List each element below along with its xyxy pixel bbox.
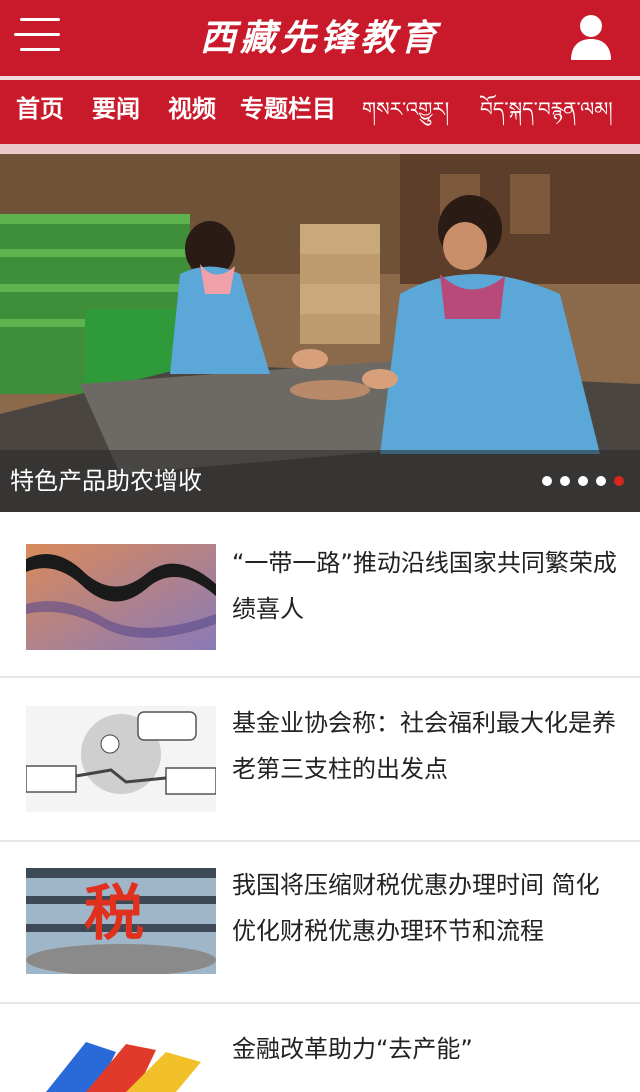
news-item[interactable]: 金融改革助力“去产能”	[0, 1004, 640, 1092]
news-thumbnail: 税	[26, 868, 216, 974]
news-title: 基金业协会称：社会福利最大化是养老第三支柱的出发点	[232, 709, 616, 783]
carousel-dot[interactable]	[596, 476, 606, 486]
nav-item-tibetan-news[interactable]: གསར་འགྱུར།	[362, 80, 449, 144]
news-thumbnail	[26, 706, 216, 812]
news-item[interactable]: 税 我国将压缩财税优惠办理时间 简化优化财税优惠办理环节和流程	[0, 842, 640, 1002]
carousel-dot[interactable]	[542, 476, 552, 486]
nav-item-topics[interactable]: 专题栏目	[240, 80, 336, 144]
carousel-dot[interactable]	[560, 476, 570, 486]
carousel-dot[interactable]	[578, 476, 588, 486]
hero-carousel[interactable]: 特色产品助农增收	[0, 154, 640, 512]
user-icon[interactable]	[566, 12, 616, 62]
nav-item-news[interactable]: 要闻	[92, 80, 140, 144]
nav-item-tibetan-video[interactable]: བོད་སྐད་བརྙན་ལམ།	[480, 80, 613, 144]
news-item[interactable]: “一带一路”推动沿线国家共同繁荣成绩喜人	[0, 512, 640, 678]
hero-caption: 特色产品助农增收	[10, 467, 202, 495]
svg-text:税: 税	[84, 879, 144, 949]
news-thumbnail	[26, 544, 216, 650]
main-nav: 首页 要闻 视频 专题栏目 གསར་འགྱུར། བོད་སྐད་བརྙན་ལམ…	[0, 80, 640, 144]
news-title: “一带一路”推动沿线国家共同繁荣成绩喜人	[232, 549, 617, 623]
nav-divider	[0, 144, 640, 154]
carousel-dot-active[interactable]	[614, 476, 624, 486]
news-item[interactable]: 基金业协会称：社会福利最大化是养老第三支柱的出发点	[0, 678, 640, 840]
news-title: 我国将压缩财税优惠办理时间 简化优化财税优惠办理环节和流程	[232, 871, 600, 945]
news-thumbnail	[26, 1032, 216, 1092]
nav-item-video[interactable]: 视频	[168, 80, 216, 144]
nav-item-home[interactable]: 首页	[16, 80, 64, 144]
app-logo: 西藏先锋教育	[199, 17, 440, 59]
app-header: 西藏先锋教育	[0, 0, 640, 76]
news-title: 金融改革助力“去产能”	[232, 1035, 473, 1063]
